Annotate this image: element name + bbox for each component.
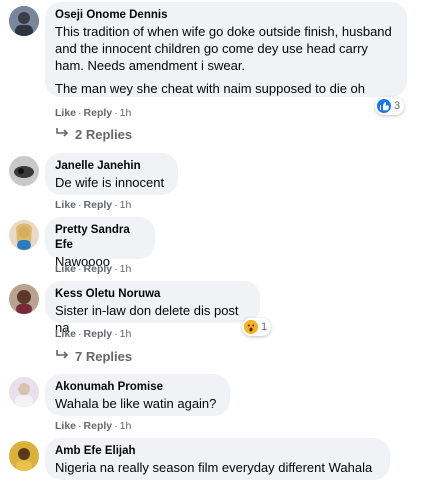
like-button[interactable]: Like: [55, 199, 76, 211]
comment-author[interactable]: Oseji Onome Dennis: [55, 8, 397, 23]
comment-bubble: Kess Oletu Noruwa Sister in-law don dele…: [45, 281, 260, 335]
comment-text: Nigeria na really season film everyday d…: [55, 460, 373, 475]
like-button[interactable]: Like: [55, 263, 76, 275]
reply-button[interactable]: Reply: [84, 420, 113, 432]
comment-actions: Like · Reply · 1h: [55, 199, 132, 211]
reply-button[interactable]: Reply: [84, 199, 113, 211]
reply-arrow-icon: [55, 348, 69, 365]
reply-arrow-icon: [55, 126, 69, 143]
view-replies-button[interactable]: 2 Replies: [55, 126, 132, 143]
reply-button[interactable]: Reply: [84, 328, 113, 340]
comment-bubble: Akonumah Promise Wahala be like watin ag…: [45, 374, 230, 416]
comment-author[interactable]: Kess Oletu Noruwa: [55, 287, 250, 302]
wow-icon: [244, 320, 258, 334]
like-button[interactable]: Like: [55, 420, 76, 432]
comment-text: This tradition of when wife go doke outs…: [55, 24, 392, 73]
reaction-summary[interactable]: 3: [375, 97, 405, 115]
like-icon: [377, 99, 391, 113]
timestamp[interactable]: 1h: [120, 263, 132, 275]
comment-bubble: Amb Efe Elijah Nigeria na really season …: [45, 438, 390, 480]
comment-author[interactable]: Amb Efe Elijah: [55, 444, 380, 459]
comment-bubble: Janelle Janehin De wife is innocent: [45, 153, 178, 195]
timestamp[interactable]: 1h: [120, 107, 132, 119]
comment-author[interactable]: Janelle Janehin: [55, 159, 168, 174]
reply-button[interactable]: Reply: [84, 263, 113, 275]
reaction-count: 1: [261, 321, 268, 333]
avatar[interactable]: [9, 6, 39, 36]
timestamp[interactable]: 1h: [120, 328, 132, 340]
avatar[interactable]: [9, 156, 39, 186]
avatar[interactable]: [9, 441, 39, 471]
like-button[interactable]: Like: [55, 107, 76, 119]
comment-text: De wife is innocent: [55, 175, 165, 190]
replies-count: 7 Replies: [75, 349, 133, 364]
comment-actions: Like · Reply · 1h: [55, 420, 132, 432]
reaction-summary[interactable]: 1: [242, 318, 272, 336]
comment-actions: Like · Reply · 1h: [55, 107, 132, 119]
comment-text: Wahala be like watin again?: [55, 396, 217, 411]
avatar[interactable]: [9, 220, 39, 250]
replies-count: 2 Replies: [75, 127, 133, 142]
timestamp[interactable]: 1h: [120, 199, 132, 211]
comment-author[interactable]: Akonumah Promise: [55, 380, 220, 395]
avatar[interactable]: [9, 284, 39, 314]
avatar[interactable]: [9, 377, 39, 407]
comment-actions: Like · Reply · 1h: [55, 328, 132, 340]
comment-author[interactable]: Pretty Sandra Efe: [55, 223, 145, 253]
comment-text: The man wey she cheat with naim supposed…: [55, 81, 366, 96]
comment-bubble: Oseji Onome Dennis This tradition of whe…: [45, 2, 407, 97]
timestamp[interactable]: 1h: [120, 420, 132, 432]
comment-bubble: Pretty Sandra Efe Nawoooo: [45, 217, 155, 269]
comment-actions: Like · Reply · 1h: [55, 263, 132, 275]
reply-button[interactable]: Reply: [84, 107, 113, 119]
view-replies-button[interactable]: 7 Replies: [55, 348, 132, 365]
reaction-count: 3: [394, 100, 401, 112]
like-button[interactable]: Like: [55, 328, 76, 340]
